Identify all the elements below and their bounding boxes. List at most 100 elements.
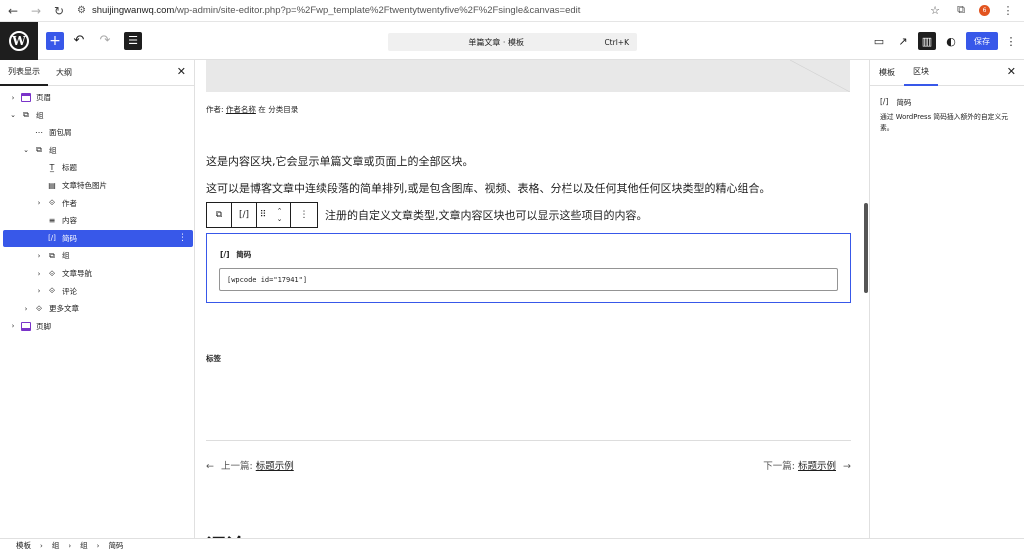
extensions-icon[interactable]: ⧉ (953, 2, 969, 18)
document-overview-button[interactable]: ☰ (124, 31, 142, 50)
block-toolbar: ⧉ [/] ⠿ ⌃ ⌄ ⋮ (206, 202, 318, 228)
tree-item-label: 更多文章 (49, 304, 79, 314)
chevron-down-icon[interactable]: ⌄ (21, 146, 31, 154)
shortcode-block[interactable]: [/] 简码 [wpcode id="17941"] (206, 233, 851, 303)
tree-item-label: 评论 (62, 286, 77, 296)
wordpress-logo-button[interactable]: W (0, 21, 38, 60)
chevron-right-icon[interactable]: › (8, 322, 18, 330)
tab-block[interactable]: 区块 (904, 60, 938, 86)
block-name: 简码 (896, 98, 912, 107)
shortcode-input[interactable]: [wpcode id="17941"] (219, 268, 838, 291)
breadcrumb-item[interactable]: 模板 (16, 540, 31, 551)
options-icon[interactable]: ⋮ (178, 233, 187, 243)
tree-item-shortcode[interactable]: [/] 简码 ⋮ (3, 229, 193, 247)
category-text[interactable]: 分类目录 (268, 105, 298, 114)
save-button[interactable]: 保存 (966, 32, 998, 50)
block-breadcrumb: 模板 › 组 › 组 › 简码 (0, 538, 1024, 552)
next-post-nav[interactable]: 下一篇: 标题示例 → (763, 458, 851, 472)
content-paragraph-3[interactable]: 注册的自定义文章类型,文章内容区块也可以显示这些项目的内容。 (325, 207, 648, 223)
chevron-right-icon[interactable]: › (34, 270, 44, 278)
breadcrumb-item[interactable]: 组 (52, 540, 60, 551)
add-block-button[interactable]: + (46, 31, 64, 50)
chevron-right-icon[interactable]: › (34, 252, 44, 260)
move-up-down-icon[interactable]: ⌃ ⌄ (269, 203, 291, 227)
tree-item-group[interactable]: ⌄ ⧉ 组 (3, 107, 193, 124)
post-nav-icon: ⟐ (48, 268, 56, 278)
forward-icon[interactable]: → (26, 1, 46, 21)
tree-item-group[interactable]: › ⧉ 组 (3, 247, 193, 264)
chevron-right-icon[interactable]: › (34, 287, 44, 295)
block-type-shortcode[interactable]: [/] (232, 203, 257, 227)
settings-sidebar-icon[interactable]: ▥ (918, 32, 936, 50)
undo-icon[interactable]: ↶ (68, 30, 90, 52)
drag-handle-icon[interactable]: ⠿ (257, 203, 269, 227)
chevron-down-icon[interactable]: ⌄ (8, 111, 18, 119)
styles-icon[interactable]: ◐ (942, 32, 960, 50)
comments-heading[interactable]: 评论 (206, 530, 246, 538)
author-link[interactable]: 作者名称 (226, 105, 256, 114)
tree-item-label: 页脚 (36, 321, 51, 331)
extension-badge[interactable]: 6 (979, 4, 990, 16)
featured-image-placeholder[interactable] (206, 60, 850, 92)
tab-outline[interactable]: 大纲 (48, 60, 80, 86)
meta-middle: 在 (255, 105, 269, 114)
tree-item-label: 标题 (62, 163, 77, 173)
tree-item-footer[interactable]: › 页脚 (3, 318, 193, 335)
command-palette-bar[interactable]: 单篇文章 · 模板 Ctrl+K (388, 33, 637, 51)
content-paragraph-1[interactable]: 这是内容区块,它会显示单篇文章或页面上的全部区块。 (206, 153, 474, 169)
content-paragraph-2[interactable]: 这可以是博客文章中连续段落的简单排列,或是包含图库、视频、表格、分栏以及任何其他… (206, 180, 771, 196)
menu-icon[interactable]: ⋮ (1000, 2, 1016, 18)
next-post-link[interactable]: 标题示例 (798, 461, 836, 472)
tree-item-author[interactable]: › ⟐ 作者 (3, 195, 193, 212)
prev-post-link[interactable]: 标题示例 (256, 461, 294, 472)
list-view-tabs: 列表显示 大纲 ✕ (0, 60, 194, 86)
chevron-right-icon[interactable]: › (8, 94, 18, 102)
back-icon[interactable]: ← (3, 1, 23, 21)
settings-panel: 模板 区块 ✕ [/] 简码 通过 WordPress 简码插入额外的自定义元素… (869, 60, 1024, 538)
content-icon: ≡ (48, 216, 56, 226)
shortcode-icon: [/] (48, 234, 56, 243)
post-meta: 作者: 作者名称 在 分类目录 (206, 104, 298, 115)
reload-icon[interactable]: ↻ (49, 1, 69, 21)
close-icon[interactable]: ✕ (1007, 65, 1016, 78)
header-icon (20, 93, 32, 103)
group-icon: ⧉ (49, 250, 55, 260)
tree-item-breadcrumb[interactable]: ⋯ 面包屑 (3, 124, 193, 141)
group-icon: ⧉ (36, 145, 42, 155)
tree-item-featured-image[interactable]: ▤ 文章特色图片 (3, 177, 193, 194)
address-bar[interactable]: ⚙ shuijingwanwq.com /wp-admin/site-edito… (77, 5, 580, 16)
comments-icon: ⟐ (48, 286, 56, 296)
view-external-icon[interactable]: ↗ (894, 32, 912, 50)
previous-post-nav[interactable]: ← 上一篇: 标题示例 (206, 458, 294, 472)
site-info-icon[interactable]: ⚙ (77, 5, 86, 16)
shortcode-block-title: [/] 简码 (220, 249, 251, 260)
block-options-icon[interactable]: ⋮ (291, 203, 317, 227)
editor-header: W + ↶ ↷ ☰ 单篇文章 · 模板 Ctrl+K ▭ ↗ ▥ ◐ 保存 ⋮ (0, 21, 1024, 60)
tree-item-content[interactable]: ≡ 内容 (3, 212, 193, 229)
tree-item-header[interactable]: › 页眉 (3, 89, 193, 106)
chevron-right-icon: › (96, 541, 100, 550)
options-icon[interactable]: ⋮ (1002, 32, 1020, 50)
chevron-right-icon[interactable]: › (21, 305, 31, 313)
tree-item-query[interactable]: › ⟐ 更多文章 (3, 300, 193, 317)
breadcrumb-item[interactable]: 组 (80, 540, 88, 551)
shortcode-icon: [/] (220, 250, 230, 259)
editor-canvas[interactable]: 作者: 作者名称 在 分类目录 这是内容区块,它会显示单篇文章或页面上的全部区块… (195, 60, 869, 538)
wordpress-icon: W (9, 30, 29, 51)
device-preview-icon[interactable]: ▭ (870, 32, 888, 50)
shortcut-hint: Ctrl+K (604, 37, 629, 47)
tree-item-comments[interactable]: › ⟐ 评论 (3, 283, 193, 300)
close-icon[interactable]: ✕ (177, 65, 186, 78)
url-host: shuijingwanwq.com (91, 5, 175, 16)
scrollbar-thumb[interactable] (864, 203, 868, 293)
parent-block-icon[interactable]: ⧉ (207, 203, 232, 227)
separator (206, 440, 851, 441)
bookmark-star-icon[interactable]: ☆ (927, 2, 943, 18)
tab-template[interactable]: 模板 (870, 60, 904, 86)
tab-list-view[interactable]: 列表显示 (0, 60, 48, 86)
chevron-right-icon[interactable]: › (34, 199, 44, 207)
redo-icon[interactable]: ↷ (94, 30, 116, 52)
tree-item-post-nav[interactable]: › ⟐ 文章导航 (3, 265, 193, 282)
tree-item-group[interactable]: ⌄ ⧉ 组 (3, 142, 193, 159)
tree-item-title[interactable]: T̲ 标题 (3, 159, 193, 176)
